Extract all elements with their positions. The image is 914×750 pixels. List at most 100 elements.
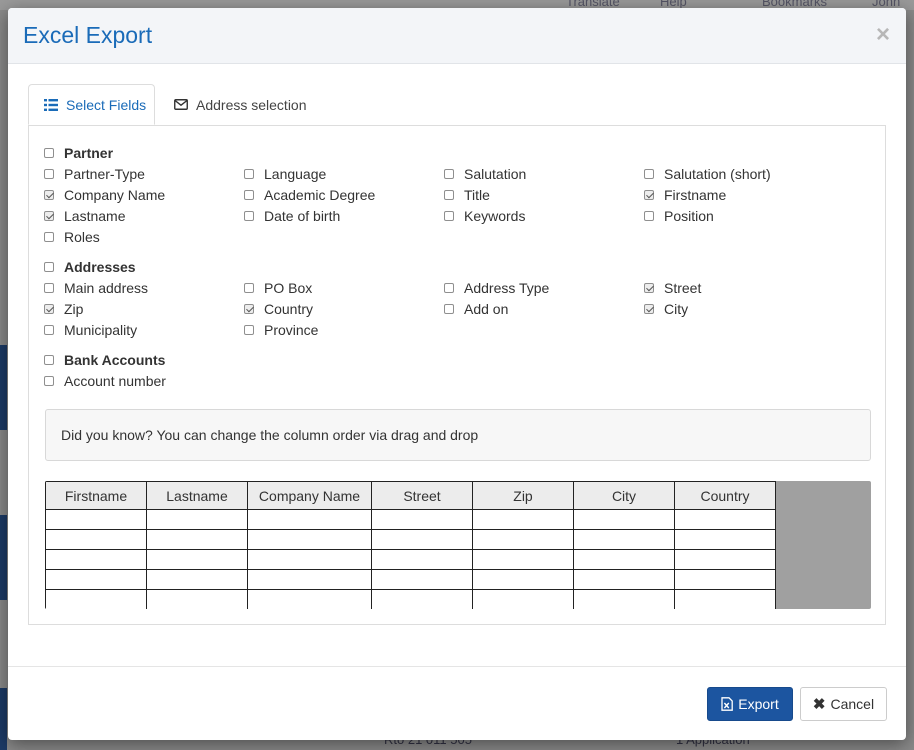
preview-column-header[interactable]: Country	[674, 481, 776, 510]
checkbox-unchecked[interactable]	[444, 303, 454, 314]
checkbox-checked[interactable]	[644, 282, 654, 293]
export-button[interactable]: Export	[707, 687, 793, 721]
preview-cell	[146, 509, 248, 530]
field-checkbox-keywords[interactable]: Keywords	[444, 205, 525, 226]
preview-cell	[247, 569, 372, 590]
preview-column-header[interactable]: Zip	[472, 481, 574, 510]
field-checkbox-address-type[interactable]: Address Type	[444, 277, 549, 298]
checkbox-unchecked[interactable]	[44, 375, 54, 386]
cancel-button[interactable]: ✖ Cancel	[800, 687, 887, 721]
checkbox-unchecked[interactable]	[244, 168, 254, 179]
preview-column-header[interactable]: Street	[371, 481, 473, 510]
checkbox-checked[interactable]	[44, 303, 54, 314]
checkbox-label: Address Type	[464, 279, 550, 296]
checkbox-checked[interactable]	[44, 189, 54, 200]
excel-export-modal: Excel Export × Select Fields Address sel…	[8, 8, 906, 740]
field-checkbox-lastname[interactable]: Lastname	[44, 205, 125, 226]
field-checkbox-company-name[interactable]: Company Name	[44, 184, 165, 205]
field-checkbox-firstname[interactable]: Firstname	[644, 184, 726, 205]
checkbox-label: Academic Degree	[264, 186, 376, 203]
preview-column-header[interactable]: Company Name	[247, 481, 372, 510]
export-label: Export	[738, 696, 779, 712]
field-checkbox-partner-type[interactable]: Partner-Type	[44, 163, 145, 184]
checkbox-unchecked[interactable]	[44, 261, 54, 272]
field-checkbox-province[interactable]: Province	[244, 319, 318, 340]
checkbox-checked[interactable]	[244, 303, 254, 314]
checkbox-unchecked[interactable]	[444, 168, 454, 179]
checkbox-unchecked[interactable]	[44, 282, 54, 293]
checkbox-label: Add on	[464, 300, 509, 317]
envelope-icon	[174, 99, 188, 110]
preview-cell	[573, 509, 675, 530]
field-checkbox-account-number[interactable]: Account number	[44, 370, 166, 391]
preview-cell	[573, 569, 675, 590]
preview-cell	[472, 509, 574, 530]
preview-cell	[472, 549, 574, 570]
field-checkbox-main-address[interactable]: Main address	[44, 277, 148, 298]
field-checkbox-municipality[interactable]: Municipality	[44, 319, 137, 340]
preview-column-header[interactable]: City	[573, 481, 675, 510]
preview-cell	[146, 549, 248, 570]
background-sidebar-block	[0, 688, 7, 750]
checkbox-unchecked[interactable]	[44, 354, 54, 365]
close-icon[interactable]: ×	[876, 23, 890, 47]
checkbox-label: Partner	[64, 144, 114, 161]
checkbox-unchecked[interactable]	[44, 168, 54, 179]
checkbox-unchecked[interactable]	[44, 231, 54, 242]
info-text: Did you know? You can change the column …	[61, 427, 479, 443]
checkbox-checked[interactable]	[44, 210, 54, 221]
field-checkbox-street[interactable]: Street	[644, 277, 701, 298]
checkbox-label: Main address	[64, 279, 149, 296]
checkbox-label: Salutation (short)	[664, 165, 771, 182]
checkbox-label: Account number	[64, 372, 166, 389]
preview-cell	[45, 589, 147, 609]
preview-column-header[interactable]: Firstname	[45, 481, 147, 510]
checkbox-unchecked[interactable]	[244, 189, 254, 200]
checkbox-unchecked[interactable]	[644, 168, 654, 179]
field-checkbox-salutation[interactable]: Salutation	[444, 163, 526, 184]
preview-column-header[interactable]: Lastname	[146, 481, 248, 510]
checkbox-unchecked[interactable]	[444, 282, 454, 293]
field-checkbox-academic-degree[interactable]: Academic Degree	[244, 184, 375, 205]
field-checkbox-salutation-short[interactable]: Salutation (short)	[644, 163, 771, 184]
checkbox-unchecked[interactable]	[444, 189, 454, 200]
field-checkbox-roles[interactable]: Roles	[44, 226, 100, 247]
preview-cell	[674, 529, 776, 550]
field-checkbox-country[interactable]: Country	[244, 298, 313, 319]
preview-cell	[45, 509, 147, 530]
checkbox-checked[interactable]	[644, 189, 654, 200]
tab-address-selection[interactable]: Address selection	[174, 84, 307, 125]
checkbox-unchecked[interactable]	[44, 147, 54, 158]
checkbox-label: Language	[264, 165, 327, 182]
preview-cell	[573, 529, 675, 550]
preview-cell	[371, 589, 473, 609]
field-checkbox-po-box[interactable]: PO Box	[244, 277, 312, 298]
preview-cell	[573, 589, 675, 609]
tab-label: Select Fields	[66, 96, 147, 113]
field-checkbox-city[interactable]: City	[644, 298, 688, 319]
field-checkbox-zip[interactable]: Zip	[44, 298, 83, 319]
tab-select-fields[interactable]: Select Fields	[28, 84, 155, 125]
group-checkbox-bank-accounts[interactable]: Bank Accounts	[44, 349, 165, 370]
field-checkbox-title[interactable]: Title	[444, 184, 490, 205]
checkbox-label: Bank Accounts	[64, 351, 166, 368]
checkbox-unchecked[interactable]	[644, 210, 654, 221]
checkbox-label: PO Box	[264, 279, 313, 296]
field-checkbox-position[interactable]: Position	[644, 205, 714, 226]
group-checkbox-addresses[interactable]: Addresses	[44, 256, 136, 277]
preview-cell	[674, 589, 776, 609]
preview-cell	[472, 529, 574, 550]
field-checkbox-language[interactable]: Language	[244, 163, 326, 184]
checkbox-unchecked[interactable]	[444, 210, 454, 221]
field-checkbox-date-of-birth[interactable]: Date of birth	[244, 205, 340, 226]
field-checkbox-add-on[interactable]: Add on	[444, 298, 508, 319]
checkbox-checked[interactable]	[644, 303, 654, 314]
group-checkbox-partner[interactable]: Partner	[44, 142, 113, 163]
checkbox-unchecked[interactable]	[44, 324, 54, 335]
checkbox-label: Addresses	[64, 258, 136, 275]
checkbox-unchecked[interactable]	[244, 324, 254, 335]
preview-cell	[247, 549, 372, 570]
checkbox-unchecked[interactable]	[244, 210, 254, 221]
preview-cell	[45, 549, 147, 570]
checkbox-unchecked[interactable]	[244, 282, 254, 293]
